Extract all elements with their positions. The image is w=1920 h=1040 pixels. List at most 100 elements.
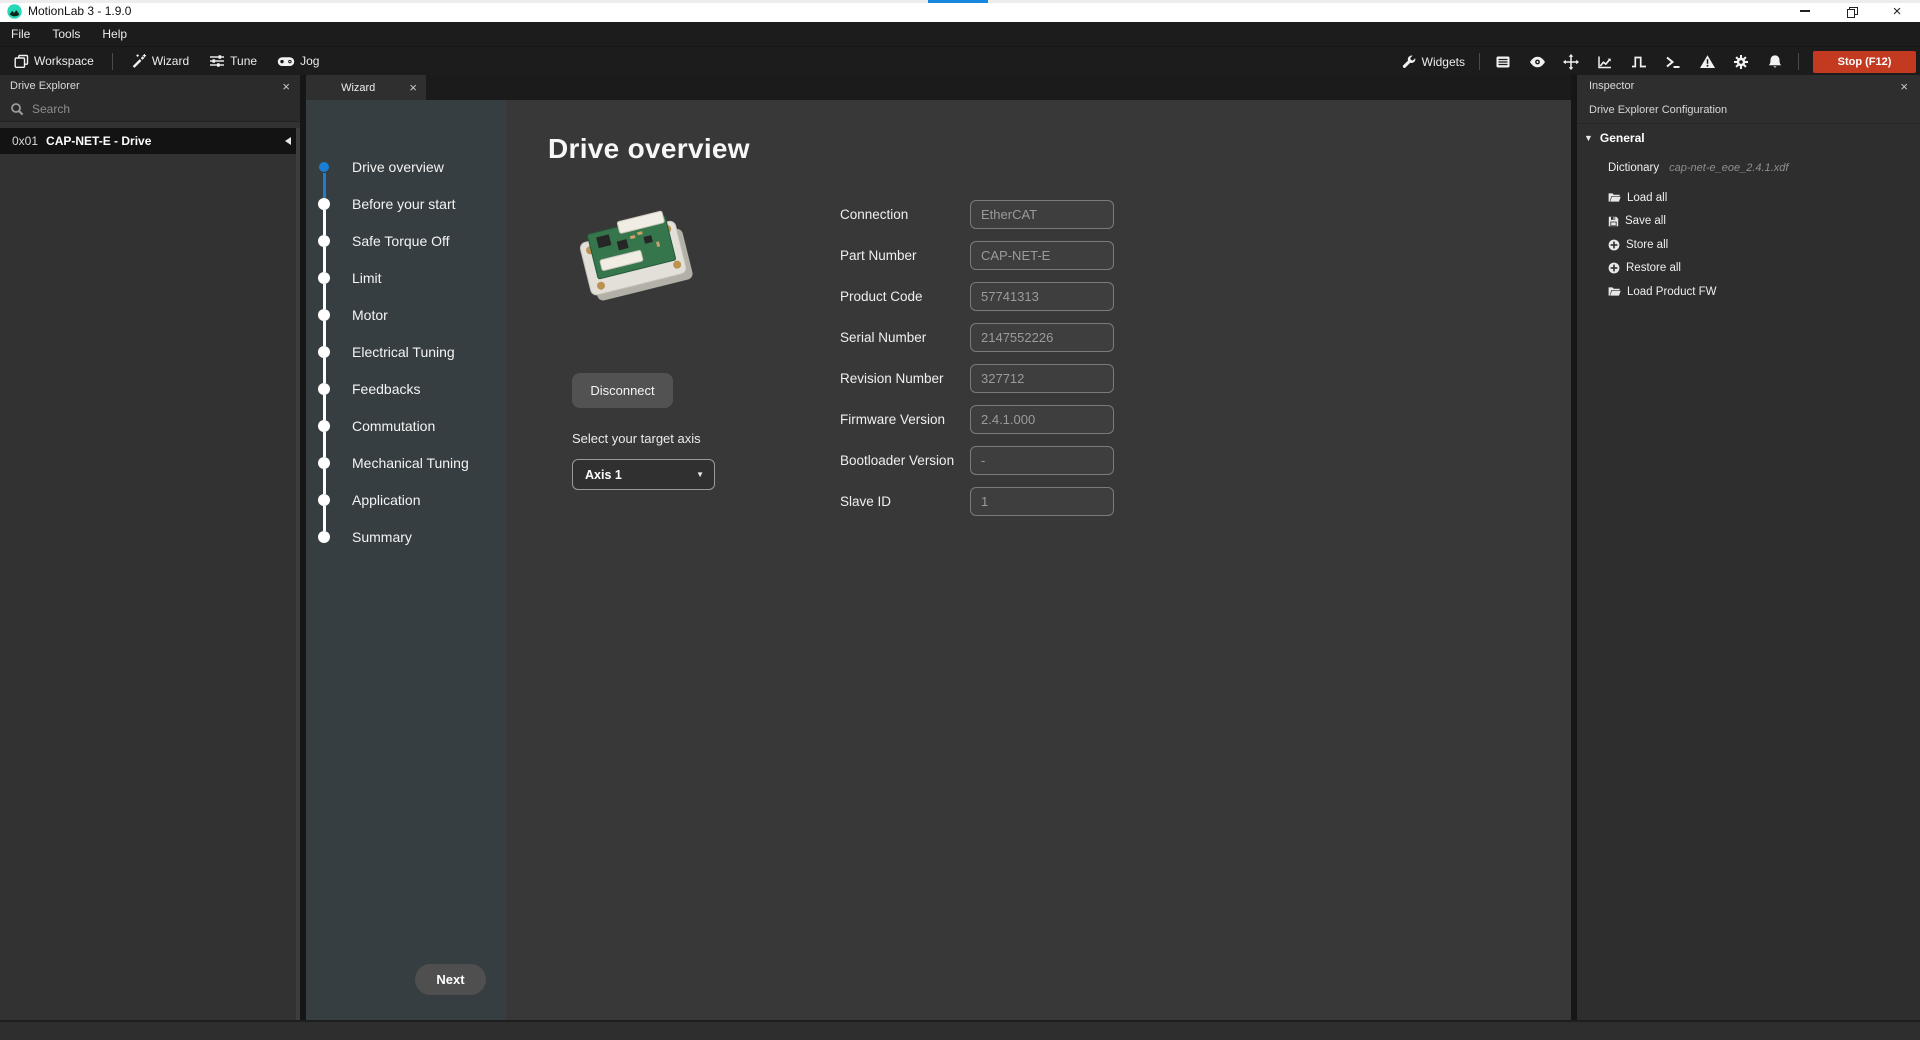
- eye-icon[interactable]: [1522, 50, 1552, 74]
- wizard-step[interactable]: Limit: [306, 259, 506, 296]
- move-icon[interactable]: [1556, 50, 1586, 74]
- step-dot-icon: [318, 309, 330, 321]
- wizard-step[interactable]: Summary: [306, 518, 506, 555]
- dictionary-file: cap-net-e_eoe_2.4.1.xdf: [1669, 162, 1788, 174]
- form-field-input[interactable]: [970, 487, 1114, 516]
- wizard-step[interactable]: Commutation: [306, 407, 506, 444]
- terminal-icon[interactable]: [1658, 50, 1688, 74]
- chart-icon[interactable]: [1590, 50, 1620, 74]
- wizard-step[interactable]: Motor: [306, 296, 506, 333]
- form-field-input[interactable]: [970, 200, 1114, 229]
- stop-button[interactable]: Stop (F12): [1813, 51, 1916, 73]
- gear-icon[interactable]: [1726, 50, 1756, 74]
- inspector-close-icon[interactable]: ×: [1900, 80, 1908, 93]
- toolbar-separator: [1479, 53, 1480, 70]
- maximize-restore-button[interactable]: [1828, 0, 1874, 22]
- warning-icon[interactable]: [1692, 50, 1722, 74]
- axis-select-value: Axis 1: [585, 468, 622, 482]
- restore-icon: [1847, 7, 1856, 16]
- sliders-icon: [209, 53, 225, 69]
- form-field-row: Product Code: [840, 282, 1114, 311]
- form-field-input[interactable]: [970, 241, 1114, 270]
- plus-circle-icon: [1608, 262, 1620, 274]
- form-field-label: Slave ID: [840, 494, 891, 509]
- form-field-label: Connection: [840, 207, 908, 222]
- step-dot-icon: [318, 346, 330, 358]
- minimize-icon: [1800, 10, 1810, 11]
- drive-explorer-device-item[interactable]: 0x01 CAP-NET-E - Drive: [0, 128, 300, 154]
- form-field-input[interactable]: [970, 323, 1114, 352]
- wrench-icon: [1401, 54, 1417, 70]
- form-field-label: Product Code: [840, 289, 923, 304]
- form-field-row: Serial Number: [840, 323, 1114, 352]
- next-button[interactable]: Next: [415, 964, 486, 995]
- minimize-button[interactable]: [1782, 0, 1828, 22]
- form-field-input[interactable]: [970, 364, 1114, 393]
- search-icon: [10, 102, 24, 116]
- wizard-step[interactable]: Application: [306, 481, 506, 518]
- inspector-action[interactable]: Restore all: [1608, 257, 1716, 281]
- step-label: Application: [352, 492, 421, 508]
- bell-icon[interactable]: [1760, 50, 1790, 74]
- inspector-action[interactable]: Load all: [1608, 186, 1716, 210]
- search-input[interactable]: [32, 102, 262, 116]
- workspace-button[interactable]: Workspace: [6, 51, 102, 72]
- jog-button[interactable]: Jog: [269, 51, 327, 72]
- step-label: Feedbacks: [352, 381, 420, 397]
- wizard-step[interactable]: Drive overview: [306, 148, 506, 185]
- dictionary-row[interactable]: Dictionary cap-net-e_eoe_2.4.1.xdf: [1608, 162, 1788, 174]
- form-field-row: Part Number: [840, 241, 1114, 270]
- table-icon[interactable]: [1488, 50, 1518, 74]
- step-label: Electrical Tuning: [352, 344, 455, 360]
- search-bar: [0, 97, 300, 122]
- wizard-step[interactable]: Safe Torque Off: [306, 222, 506, 259]
- menubar: File Tools Help: [0, 22, 1920, 46]
- wizard-content: Drive overview: [506, 100, 1571, 1020]
- wizard-step[interactable]: Before your start: [306, 185, 506, 222]
- wave-icon[interactable]: [1624, 50, 1654, 74]
- tune-button[interactable]: Tune: [201, 50, 265, 72]
- folder-open-icon: [1608, 192, 1621, 203]
- step-label: Limit: [352, 270, 382, 286]
- inspector-action[interactable]: Store all: [1608, 233, 1716, 257]
- form-field-input[interactable]: [970, 282, 1114, 311]
- wizard-stepper: Drive overview Before your start Safe To…: [306, 100, 506, 555]
- wizard-step[interactable]: Electrical Tuning: [306, 333, 506, 370]
- wizard-button[interactable]: Wizard: [123, 50, 197, 72]
- tab-wizard[interactable]: Wizard ×: [306, 75, 426, 100]
- tab-close-icon[interactable]: ×: [400, 81, 426, 94]
- menu-help[interactable]: Help: [91, 22, 138, 46]
- step-label: Before your start: [352, 196, 456, 212]
- section-general[interactable]: ▼ General: [1577, 124, 1920, 152]
- save-icon: [1608, 216, 1619, 227]
- step-label: Summary: [352, 529, 412, 545]
- chevron-down-icon: ▼: [696, 470, 704, 479]
- drive-explorer-title: Drive Explorer: [10, 80, 80, 92]
- form-field-label: Firmware Version: [840, 412, 945, 427]
- inspector-panel: Inspector × Drive Explorer Configuration…: [1577, 75, 1920, 1020]
- menu-tools[interactable]: Tools: [41, 22, 91, 46]
- step-label: Commutation: [352, 418, 435, 434]
- drive-explorer-close-icon[interactable]: ×: [282, 80, 290, 93]
- close-icon: ×: [1893, 4, 1902, 19]
- step-label: Drive overview: [352, 159, 444, 175]
- widgets-button[interactable]: Widgets: [1393, 51, 1473, 73]
- step-dot-icon: [318, 383, 330, 395]
- wizard-step[interactable]: Feedbacks: [306, 370, 506, 407]
- inspector-subtitle: Drive Explorer Configuration: [1577, 97, 1920, 124]
- form-field-row: Bootloader Version: [840, 446, 1114, 475]
- gamepad-icon: [277, 54, 295, 69]
- step-dot-icon: [318, 198, 330, 210]
- close-window-button[interactable]: ×: [1874, 0, 1920, 22]
- collapse-left-icon[interactable]: [285, 137, 291, 145]
- inspector-action[interactable]: Load Product FW: [1608, 280, 1716, 304]
- disconnect-button[interactable]: Disconnect: [572, 373, 673, 408]
- menu-file[interactable]: File: [0, 22, 41, 46]
- form-field-input[interactable]: [970, 405, 1114, 434]
- form-field-row: Firmware Version: [840, 405, 1114, 434]
- inspector-action[interactable]: Save all: [1608, 210, 1716, 234]
- wizard-step[interactable]: Mechanical Tuning: [306, 444, 506, 481]
- axis-select[interactable]: Axis 1 ▼: [572, 459, 715, 490]
- drive-info-form: Connection Part Number Product Code Seri…: [840, 200, 1114, 528]
- form-field-input[interactable]: [970, 446, 1114, 475]
